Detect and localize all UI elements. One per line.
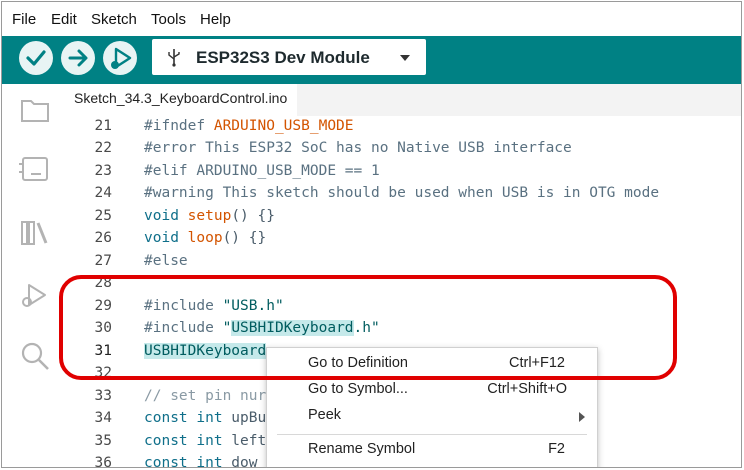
tab-bar: Sketch_34.3_KeyboardControl.ino [68, 84, 741, 116]
menu-item-shortcut: Ctrl+Shift+O [487, 381, 567, 397]
upload-button[interactable] [61, 41, 95, 75]
folder-icon[interactable] [19, 96, 51, 124]
code-text: // set pin nur [144, 388, 267, 404]
code-text: #ifndef ARDUINO_USB_MODE [144, 118, 354, 134]
debug-button[interactable] [103, 41, 137, 75]
menu-file[interactable]: File [12, 11, 36, 28]
board-name: ESP32S3 Dev Module [196, 48, 370, 67]
code-line: 22 #error This ESP32 SoC has no Native U… [68, 138, 741, 160]
menu-item-label: Peek [308, 407, 342, 423]
menu-help[interactable]: Help [200, 11, 231, 28]
code-text: #elif ARDUINO_USB_MODE == 1 [144, 163, 380, 179]
line-number: 23 [94, 163, 112, 179]
menu-item-label: Rename Symbol [308, 441, 416, 457]
line-number: 35 [94, 433, 112, 449]
search-icon[interactable] [19, 340, 51, 372]
line-number: 27 [94, 253, 112, 269]
code-text: const int upBu [144, 410, 267, 426]
check-icon [26, 50, 46, 66]
library-icon[interactable] [19, 218, 51, 248]
line-number: 34 [94, 410, 112, 426]
arrow-right-icon [68, 49, 88, 67]
menu-tools[interactable]: Tools [151, 11, 186, 28]
board-selector[interactable]: ESP32S3 Dev Module [152, 39, 426, 75]
code-text: void loop() {} [144, 230, 267, 246]
code-text: const int left [144, 433, 267, 449]
debug-icon [111, 47, 132, 69]
menu-rename-symbol[interactable]: Rename Symbol F2 [267, 438, 597, 462]
menu-sketch[interactable]: Sketch [91, 11, 137, 28]
highlight-annotation [59, 275, 677, 380]
code-text: #else [144, 253, 188, 269]
code-line: 26 void loop() {} [68, 228, 741, 250]
line-number: 33 [94, 388, 112, 404]
line-number: 24 [94, 185, 112, 201]
chevron-down-icon [400, 55, 410, 61]
line-number: 26 [94, 230, 112, 246]
usb-icon [168, 49, 180, 67]
code-text: #warning This sketch should be used when… [144, 185, 660, 201]
app-window: File Edit Sketch Tools Help ESP32S3 Dev … [1, 1, 742, 468]
menu-peek[interactable]: Peek [267, 404, 597, 428]
menu-separator [277, 434, 587, 435]
code-text: void setup() {} [144, 208, 275, 224]
menu-edit[interactable]: Edit [51, 11, 77, 28]
code-line: 21 #ifndef ARDUINO_USB_MODE [68, 116, 741, 138]
line-number: 25 [94, 208, 112, 224]
code-line: 24 #warning This sketch should be used w… [68, 183, 741, 205]
code-text: const int dow [144, 455, 258, 468]
verify-button[interactable] [19, 41, 53, 75]
toolbar: ESP32S3 Dev Module [2, 36, 741, 84]
menu-bar: File Edit Sketch Tools Help [2, 2, 741, 36]
board-manager-icon[interactable] [19, 154, 51, 184]
sidebar [2, 84, 69, 467]
code-line: 25 void setup() {} [68, 206, 741, 228]
code-line: 27 #else [68, 251, 741, 273]
menu-item-label: Go to Symbol... [308, 381, 408, 397]
line-number: 22 [94, 140, 112, 156]
line-number: 21 [94, 118, 112, 134]
code-text: #error This ESP32 SoC has no Native USB … [144, 140, 572, 156]
tab-sketch[interactable]: Sketch_34.3_KeyboardControl.ino [68, 84, 298, 116]
tab-label: Sketch_34.3_KeyboardControl.ino [74, 90, 288, 106]
line-number: 36 [94, 455, 112, 468]
chevron-right-icon [579, 412, 585, 422]
code-line: 23 #elif ARDUINO_USB_MODE == 1 [68, 161, 741, 183]
debug-icon[interactable] [19, 280, 51, 310]
menu-go-to-symbol[interactable]: Go to Symbol... Ctrl+Shift+O [267, 378, 597, 402]
menu-item-shortcut: F2 [548, 441, 565, 457]
